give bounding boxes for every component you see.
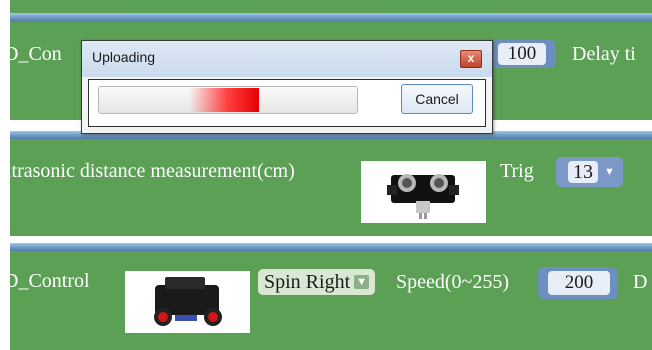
blockly-workspace[interactable]: D_Con 100 Delay ti ltrasonic distance me… <box>0 0 652 350</box>
block-top-band <box>10 13 652 22</box>
block-1-value-field[interactable]: 100 <box>492 40 556 68</box>
trig-pin-dropdown[interactable]: 13 ▼ <box>556 157 623 187</box>
speed-label: Speed(0~255) <box>396 271 510 293</box>
dialog-title: Uploading <box>92 49 156 65</box>
ultrasonic-label: ltrasonic distance measurement(cm) <box>6 160 295 182</box>
block-3-label: D_Control <box>4 270 90 292</box>
cancel-button[interactable]: Cancel <box>401 84 473 114</box>
ultrasonic-block[interactable]: ltrasonic distance measurement(cm) Trig … <box>6 131 652 236</box>
ultrasonic-sensor-image <box>361 161 486 223</box>
close-icon[interactable]: x <box>460 50 482 68</box>
block-top-band <box>10 243 652 251</box>
dialog-titlebar[interactable]: Uploading x <box>82 41 492 77</box>
robot-car-image <box>125 271 250 333</box>
motion-mode-dropdown[interactable]: Spin Right ▼ <box>258 269 376 295</box>
speed-value-field[interactable]: 200 <box>538 267 618 299</box>
speed-value[interactable]: 200 <box>548 271 610 295</box>
delay-label: Delay ti <box>572 43 636 65</box>
block-3-trailing-label: D <box>633 271 648 293</box>
uploading-dialog: Uploading x Cancel <box>81 40 493 134</box>
block-1-value[interactable]: 100 <box>498 43 546 65</box>
trig-pin-value: 13 <box>568 161 598 183</box>
caret-down-icon: ▼ <box>604 166 615 178</box>
block-1-label: D_Con <box>4 43 62 65</box>
dialog-content: Cancel <box>88 79 486 127</box>
caret-down-icon: ▼ <box>354 275 370 289</box>
upload-progress-bar <box>98 86 358 114</box>
motion-mode-value: Spin Right <box>264 271 351 293</box>
motor-control-block-2[interactable]: D_Control Spin Right ▼ Speed(0~255) 200 D <box>4 243 652 350</box>
trig-label: Trig <box>500 160 534 182</box>
progress-fill <box>189 88 259 112</box>
